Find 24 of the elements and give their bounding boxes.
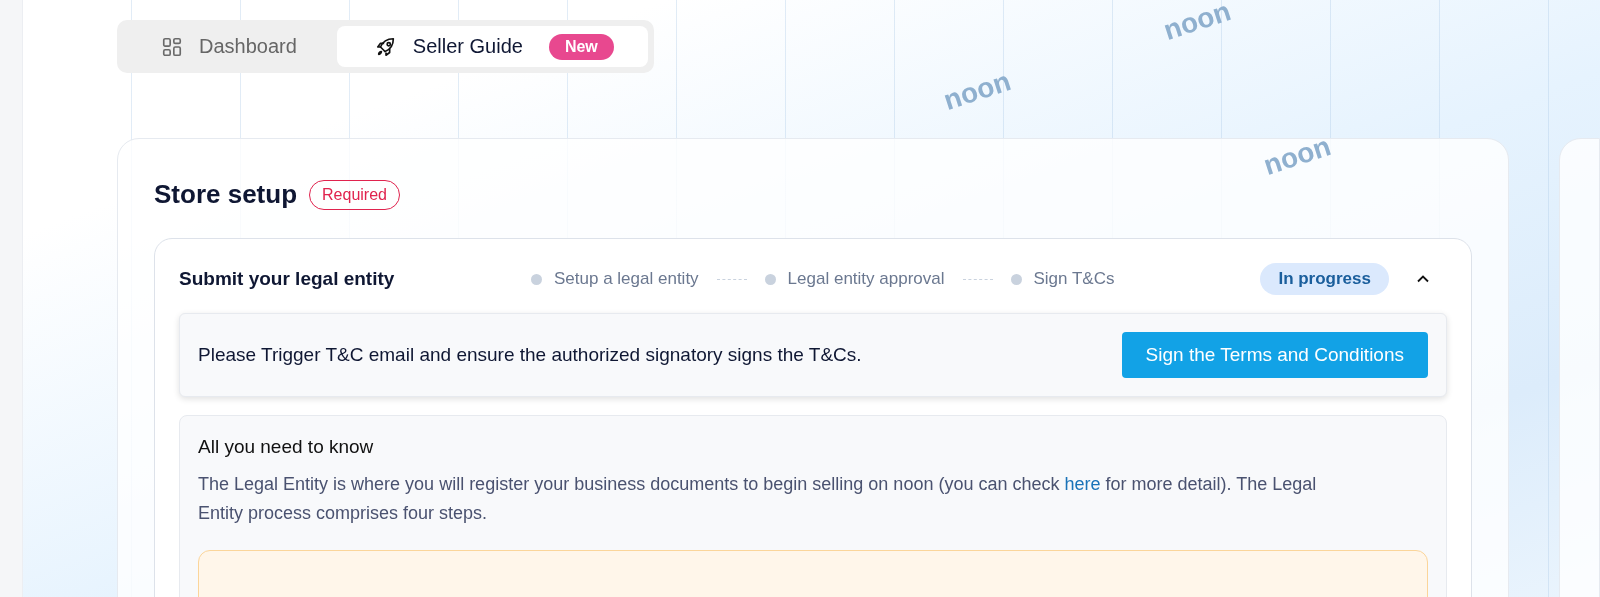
info-title: All you need to know [198,436,375,458]
nav-tab[interactable]: Dashboard [123,26,331,67]
step-connector [716,278,747,280]
nav-tab[interactable]: Seller Guide New [336,26,648,67]
task-title: Submit your legal entity [179,268,396,290]
background-logo: noon [939,65,1015,117]
notice-text: Please Trigger T&C email and ensure the authorized signatory signs the T&Cs. [198,344,862,366]
step-label: Setup a legal entity [554,269,699,289]
info-paragraph: The Legal Entity is where you will register your business documents to begin selling on noon (you can check here for more detail). The Legal Entity process comprises four steps. [198,473,1318,525]
new-badge: New [548,33,614,60]
step-label: Legal entity approval [787,269,945,289]
here-link[interactable]: here [1064,474,1101,494]
section-title: Store setup [154,179,298,210]
step-dot [764,273,776,285]
step-dot [531,273,542,285]
rocket-icon [374,35,397,58]
step-dot [1010,273,1022,285]
background-logo: noon [1259,130,1335,182]
status-badge: In progress [1260,263,1389,295]
background-logo: noon [1159,0,1235,47]
step-label: Sign T&Cs [1033,269,1115,289]
step-connector [962,278,993,280]
grid-icon [161,35,183,58]
sign-terms-button[interactable]: Sign the Terms and Conditions [1121,332,1428,378]
